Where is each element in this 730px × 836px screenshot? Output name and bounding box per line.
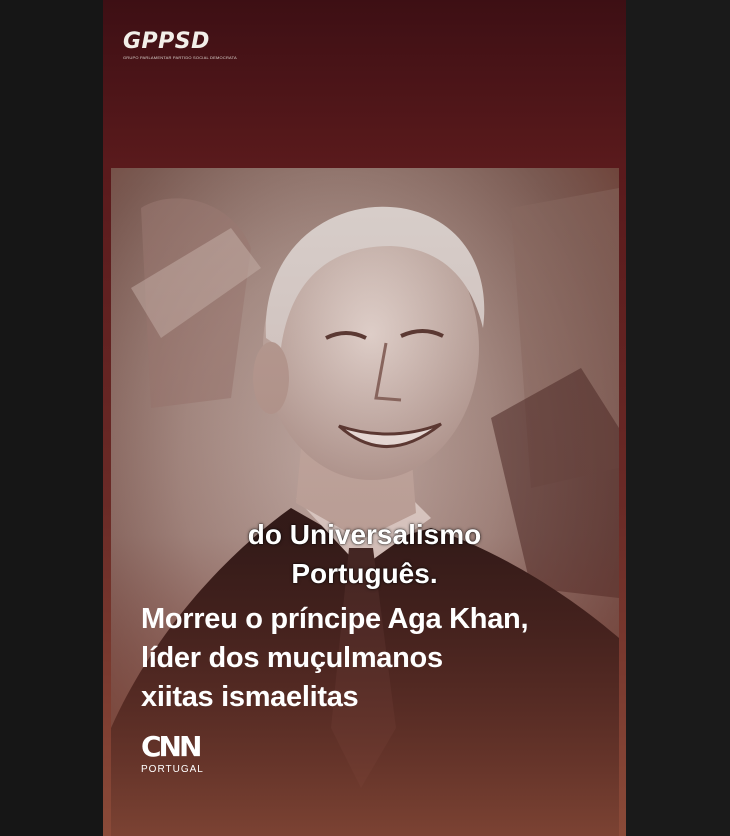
cnn-portugal-label: PORTUGAL [141, 764, 204, 775]
headline-line-1: Morreu o príncipe Aga Khan, [141, 603, 529, 635]
logo-wordmark: GPPSD [123, 29, 210, 54]
cnn-wordmark: CNN [141, 730, 202, 763]
video-frame[interactable]: GPPSD GRUPO PARLAMENTAR PARTIDO SOCIAL D… [103, 0, 626, 836]
headline-line-2: líder dos muçulmanos [141, 642, 443, 674]
headline-line-3: xiitas ismaelitas [141, 681, 359, 713]
cnn-portugal-logo: CNN PORTUGAL [141, 730, 204, 776]
headline: Morreu o príncipe Aga Khan, líder dos mu… [141, 600, 621, 717]
logo-subtitle: GRUPO PARLAMENTAR PARTIDO SOCIAL DEMOCRA… [123, 55, 237, 60]
right-letterbox [626, 0, 730, 836]
gppsd-logo: GPPSD GRUPO PARLAMENTAR PARTIDO SOCIAL D… [123, 29, 237, 61]
subtitle-line-1: do Universalismo [247, 519, 482, 550]
subtitle-line-2: Português. [291, 558, 438, 589]
left-letterbox [0, 0, 103, 836]
